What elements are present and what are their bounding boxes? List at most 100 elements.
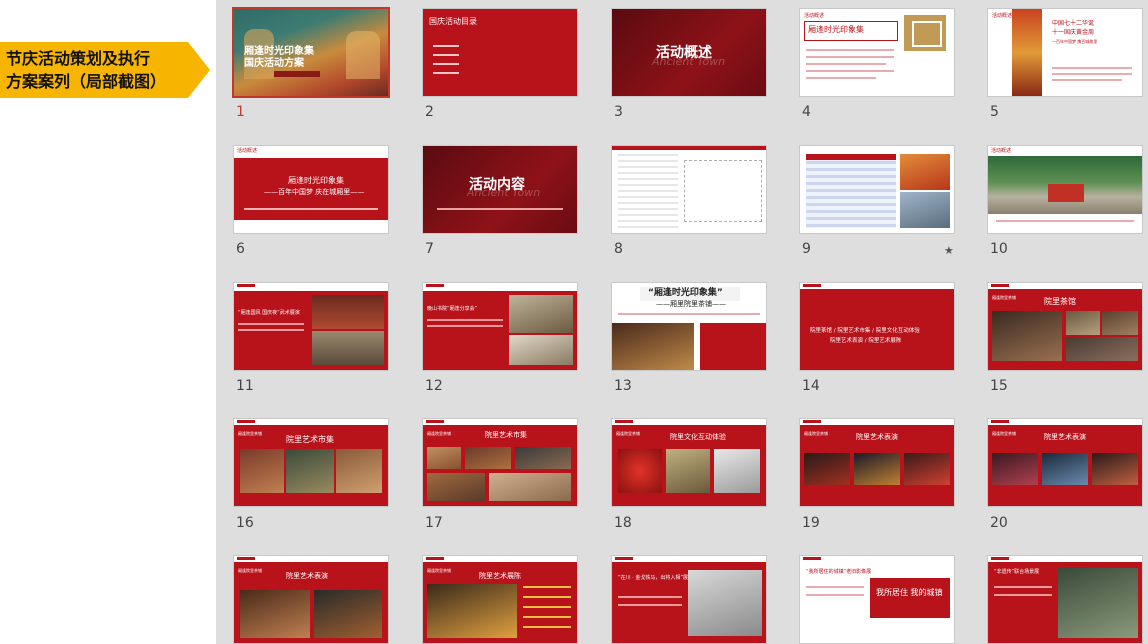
toc-lines: [433, 63, 459, 65]
slide-thumb-19[interactable]: 厢逢院里茶铺 院里艺术表演: [800, 419, 954, 506]
slide-title: 院里艺术表演: [286, 572, 328, 580]
slide-thumb-15[interactable]: 厢逢院里茶铺 院里茶馆: [988, 283, 1142, 370]
slide-number: 15: [990, 378, 1008, 394]
photo: [314, 590, 382, 638]
slide-number: 12: [425, 378, 443, 394]
slide-headline: 十一国庆黄金周: [1052, 29, 1095, 36]
header: [988, 419, 1142, 425]
slide-subtitle: ——百年中国梦 庆在城厢里——: [264, 188, 365, 196]
header: [234, 556, 388, 562]
slide-thumb-3[interactable]: Ancient Town 活动概述: [612, 9, 766, 96]
text-block: [523, 586, 571, 636]
toc-lines: [433, 45, 459, 47]
text-line: [806, 56, 894, 58]
photo: [509, 295, 573, 333]
photo: [688, 570, 762, 636]
slide-number: 14: [802, 378, 820, 394]
slide-headline: 一百年中国梦 携百城故里: [1052, 39, 1098, 44]
photo: [312, 295, 384, 329]
banner-line-2: 方案案列（局部截图）: [6, 72, 167, 91]
slide-title: “厢逢时光印象集”: [648, 288, 723, 298]
photo: [1102, 311, 1138, 335]
slide-headline: 中国七十二华诞: [1052, 20, 1095, 27]
animation-star-icon: ★: [944, 244, 954, 257]
slide-title: 厢逢时光印象集: [288, 176, 344, 185]
photo: [465, 447, 511, 469]
slide-title: 院里文化互动体验: [670, 433, 726, 441]
table-header: [806, 154, 896, 160]
slide-title: 晚山书院“厢逢分享会”: [427, 306, 478, 312]
slide-number: 5: [990, 104, 999, 120]
slide-thumb-1[interactable]: 厢逢时光印象集 国庆活动方案: [234, 9, 388, 96]
text-line: [994, 594, 1052, 596]
photo: [666, 449, 710, 493]
slide-thumb-21[interactable]: 厢逢院里茶铺 院里艺术表演: [234, 556, 388, 643]
calligraphy-panel: [870, 578, 950, 618]
slide-thumb-2[interactable]: 国庆活动目录: [423, 9, 577, 96]
slide-title: 国庆活动目录: [429, 17, 477, 26]
slide-thumb-8[interactable]: [612, 146, 766, 233]
table: [806, 154, 896, 228]
slide-title: 厢逢时光印象集: [808, 25, 864, 34]
slide-thumb-7[interactable]: Ancient Town 活动内容: [423, 146, 577, 233]
slide-thumb-10[interactable]: 活动概述: [988, 146, 1142, 233]
photo: [992, 311, 1062, 361]
slide-thumb-13[interactable]: “厢逢时光印象集” ——厢里院里茶铺——: [612, 283, 766, 370]
slide-thumb-9[interactable]: [800, 146, 954, 233]
slide-thumb-12[interactable]: 晚山书院“厢逢分享会”: [423, 283, 577, 370]
photo: [904, 453, 950, 485]
toc-lines: [433, 54, 459, 56]
slide-title: 活动内容: [469, 177, 525, 193]
slide-number: 18: [614, 515, 632, 531]
slide-title: 院里茶馆 / 院里艺术市集 / 院里文化互动体验: [810, 328, 920, 334]
photo: [1066, 337, 1138, 361]
slide-thumb-17[interactable]: 厢逢院里茶铺 院里艺术市集: [423, 419, 577, 506]
slide-number: 6: [236, 241, 245, 257]
poster-image: [1012, 9, 1042, 96]
banner-text: 节庆活动策划及执行 方案案列（局部截图）: [6, 47, 192, 93]
photo: [336, 449, 382, 493]
banner-line-1: 节庆活动策划及执行: [6, 49, 151, 68]
slide-label: 厢逢院里茶铺: [427, 431, 451, 436]
slide-thumb-5[interactable]: 活动概述 中国七十二华诞 十一国庆黄金周 一百年中国梦 携百城故里: [988, 9, 1142, 96]
text-line: [806, 586, 864, 588]
slide-title: 活动概述: [656, 45, 712, 61]
text-line: [238, 329, 304, 331]
photo: [286, 449, 334, 493]
slide-title: 院里艺术表演: [856, 433, 898, 441]
slide-thumb-23[interactable]: “在川 · 金戈铁马，出将入相”展: [612, 556, 766, 643]
photo: [427, 584, 517, 638]
slide-thumb-16[interactable]: 厢逢院里茶铺 院里艺术市集: [234, 419, 388, 506]
slide-thumb-18[interactable]: 厢逢院里茶铺 院里文化互动体验: [612, 419, 766, 506]
slide-thumb-24[interactable]: “我所居住的城镇”老旧影像展 我所居住 我的城镇: [800, 556, 954, 643]
slide-thumb-25[interactable]: “非遗传”联合场景展: [988, 556, 1142, 643]
slide-title: “我所居住的城镇”老旧影像展: [806, 569, 872, 575]
text-line: [806, 49, 894, 51]
slide-title: “厢逢国风 国庆夜”武术展演: [238, 310, 300, 316]
header: [988, 283, 1142, 289]
slide-sorter[interactable]: 厢逢时光印象集 国庆活动方案 1 国庆活动目录 2 Ancient Town 活…: [216, 0, 1148, 644]
header: [423, 419, 577, 425]
slide-number: 4: [802, 104, 811, 120]
photo: [1066, 311, 1100, 335]
slide-label: 活动概述: [992, 13, 1013, 19]
photo: [427, 447, 461, 469]
header: [612, 556, 766, 562]
slide-thumb-20[interactable]: 厢逢院里茶铺 院里艺术表演: [988, 419, 1142, 506]
slide-thumb-11[interactable]: “厢逢国风 国庆夜”武术展演: [234, 283, 388, 370]
photo: [1042, 453, 1088, 485]
text-line: [994, 586, 1052, 588]
slide-thumb-14[interactable]: 院里茶馆 / 院里艺术市集 / 院里文化互动体验 院里艺术表演 / 院里艺术展陈: [800, 283, 954, 370]
text-line: [1052, 67, 1132, 69]
slide-thumb-4[interactable]: 活动概述 厢逢时光印象集: [800, 9, 954, 96]
slide-thumb-22[interactable]: 厢逢院里茶铺 院里艺术展陈: [423, 556, 577, 643]
slide-subtitle: ——厢里院里茶铺——: [656, 300, 726, 308]
text-line: [806, 63, 886, 65]
photo: [854, 453, 900, 485]
slide-title: 院里艺术表演: [1044, 433, 1086, 441]
slide-thumb-6[interactable]: 活动概述 厢逢时光印象集 ——百年中国梦 庆在城厢里——: [234, 146, 388, 233]
photo: [312, 331, 384, 365]
text-line: [427, 319, 503, 321]
photo: [714, 449, 760, 493]
photo: [804, 453, 850, 485]
